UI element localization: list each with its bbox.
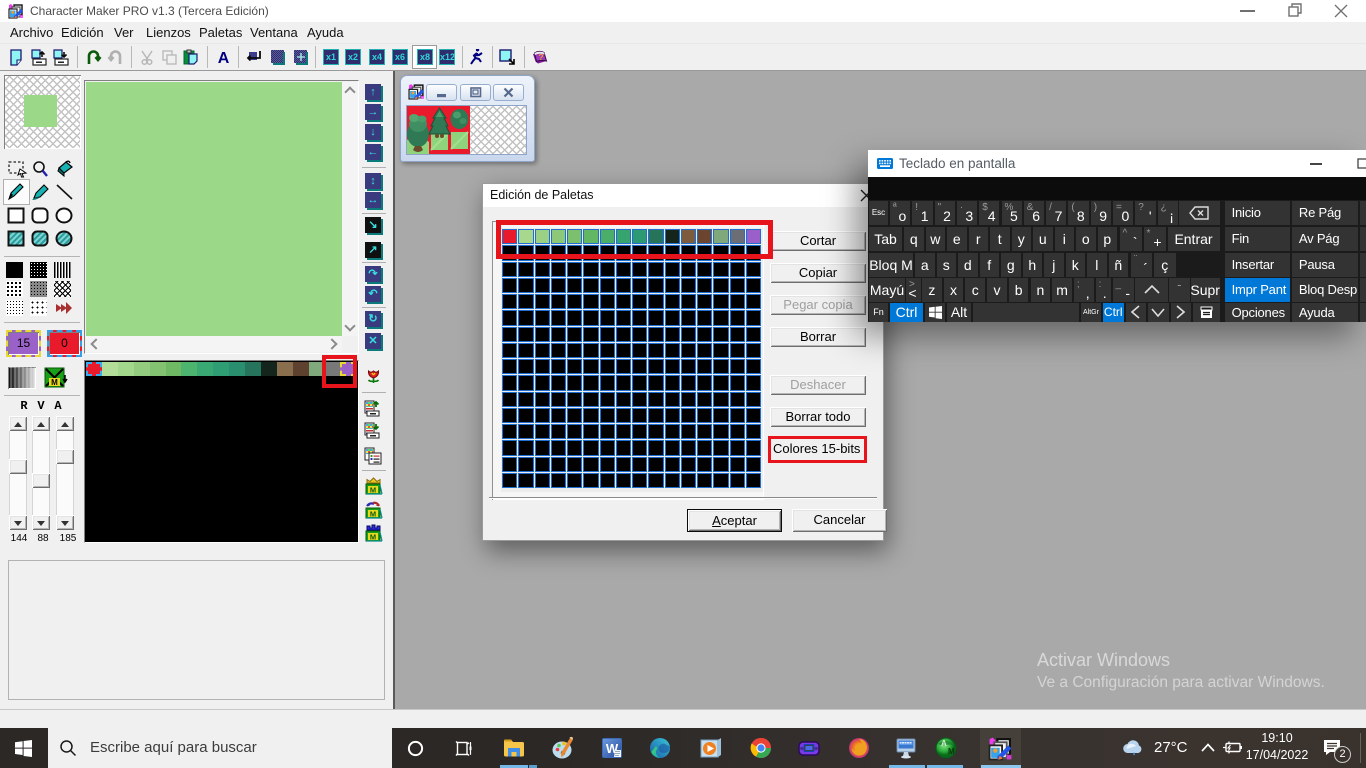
svg-text:?: ? xyxy=(538,52,543,62)
svg-text:M: M xyxy=(948,747,955,756)
svg-text:A: A xyxy=(218,50,230,66)
svg-text:M: M xyxy=(51,378,58,387)
svg-text:M: M xyxy=(370,486,376,495)
svg-text:M: M xyxy=(370,510,376,519)
svg-text:A: A xyxy=(941,739,947,748)
svg-text:M: M xyxy=(370,533,376,542)
